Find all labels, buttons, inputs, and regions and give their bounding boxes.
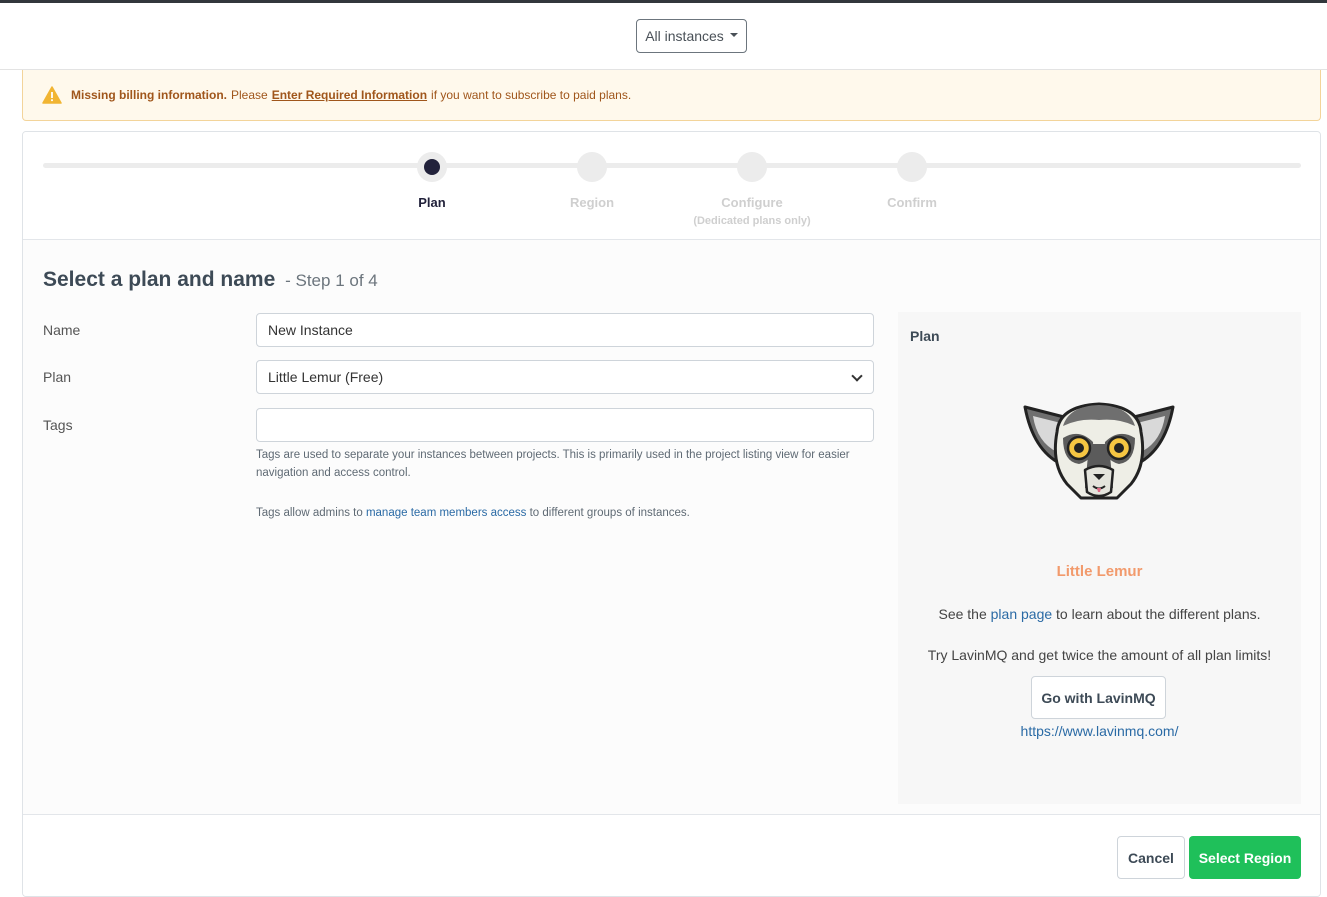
lemur-mascot-icon (1023, 402, 1175, 500)
top-bar: All instances (0, 3, 1327, 70)
card-body: Select a plan and name - Step 1 of 4 Nam… (23, 240, 1320, 814)
tags-help-access: Tags allow admins to manage team members… (256, 504, 874, 522)
plan-page-link[interactable]: plan page (991, 606, 1053, 622)
step-configure-sublabel: (Dedicated plans only) (693, 215, 811, 227)
name-input[interactable]: New Instance (256, 313, 874, 347)
select-region-button[interactable]: Select Region (1189, 836, 1301, 879)
card-footer: Cancel Select Region (23, 814, 1320, 896)
alert-text-post: if you want to subscribe to paid plans. (431, 88, 632, 102)
billing-alert: Missing billing information. Please Ente… (22, 70, 1321, 121)
step-counter: - Step 1 of 4 (285, 271, 378, 290)
plan-panel-title: Plan (910, 328, 940, 344)
manage-team-members-access-link[interactable]: manage team members access (366, 507, 526, 519)
step-configure-dot (737, 152, 767, 182)
plan-page-text-post: to learn about the different plans. (1056, 606, 1261, 622)
chevron-down-icon (851, 370, 863, 382)
name-label: Name (43, 322, 81, 338)
lavinmq-url-link[interactable]: https://www.lavinmq.com/ (898, 723, 1301, 739)
tags-help-access-pre: Tags allow admins to (256, 507, 363, 519)
tags-label: Tags (43, 417, 73, 433)
alert-text-pre: Please (231, 88, 268, 102)
alert-title: Missing billing information. (71, 88, 227, 102)
page-title-text: Select a plan and name (43, 268, 276, 291)
plan-label: Plan (43, 369, 72, 385)
step-configure-label: Configure (721, 195, 783, 210)
plan-select[interactable]: Little Lemur (Free) (256, 360, 874, 394)
page-title: Select a plan and name - Step 1 of 4 (43, 268, 378, 292)
plan-page-text-pre: See the (938, 606, 987, 622)
plan-name: Little Lemur (1056, 563, 1143, 580)
step-plan: Plan (352, 152, 512, 210)
step-plan-label: Plan (418, 195, 446, 210)
step-confirm-label: Confirm (887, 195, 937, 210)
name-input-value: New Instance (268, 322, 353, 338)
instances-dropdown-label: All instances (645, 28, 724, 44)
instances-dropdown[interactable]: All instances (636, 19, 747, 53)
plan-select-value: Little Lemur (Free) (268, 369, 384, 385)
lavinmq-promo-text: Try LavinMQ and get twice the amount of … (927, 647, 1272, 663)
tags-input[interactable] (256, 408, 874, 442)
step-region: Region (512, 152, 672, 210)
step-confirm-dot (897, 152, 927, 182)
tags-help-access-post: to different groups of instances. (529, 507, 690, 519)
caret-down-icon (729, 33, 738, 37)
create-instance-card: Plan Region Configure (Dedicated plans o… (22, 131, 1321, 897)
cancel-button[interactable]: Cancel (1117, 836, 1185, 879)
tags-help-text: Tags are used to separate your instances… (256, 449, 850, 479)
go-with-lavinmq-button[interactable]: Go with LavinMQ (1031, 676, 1166, 719)
step-confirm: Confirm (832, 152, 992, 210)
step-region-dot (577, 152, 607, 182)
wizard-stepper: Plan Region Configure (Dedicated plans o… (23, 132, 1320, 240)
warning-icon (42, 86, 62, 104)
step-configure: Configure (Dedicated plans only) (672, 152, 832, 227)
step-plan-dot (417, 152, 447, 182)
plan-page-text: See the plan page to learn about the dif… (898, 606, 1301, 622)
enter-required-information-link[interactable]: Enter Required Information (272, 88, 427, 102)
step-region-label: Region (569, 195, 615, 210)
plan-info-panel: Plan Little Lemur See the plan page to l… (898, 312, 1301, 804)
